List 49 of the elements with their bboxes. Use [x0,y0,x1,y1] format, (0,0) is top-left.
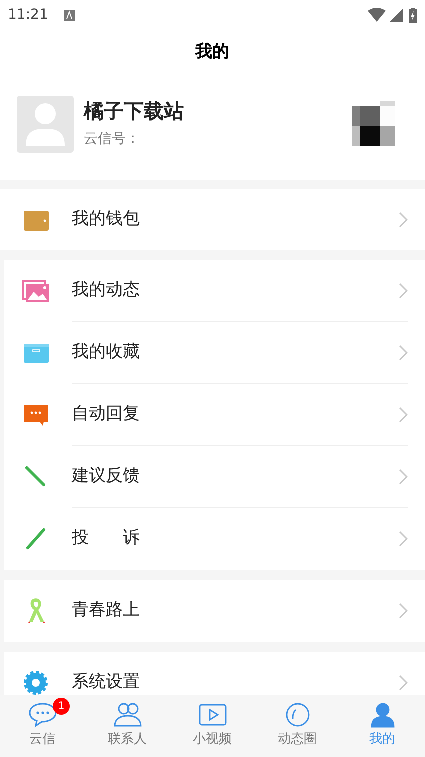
avatar-icon [17,96,74,153]
tab-item[interactable]: 1 云信 [0,695,85,757]
qr-code-icon [352,101,395,147]
wifi-icon [368,8,386,22]
chevron-right-icon [398,603,408,619]
menu-label: 我的收藏 [72,340,141,364]
tab-label: 联系人 [108,731,147,750]
contacts-icon [112,702,142,728]
tab-label: 小视频 [193,731,232,750]
menu-item[interactable]: 青春路上 [4,580,425,642]
tab-label: 云信 [30,731,56,750]
video-icon [198,702,228,728]
tab-label: 动态圈 [278,731,317,750]
chevron-right-icon [398,212,408,228]
battery-icon [409,8,417,22]
tab-item[interactable]: 小视频 [170,695,255,757]
chevron-right-icon [398,675,408,691]
menu-label: 我的动态 [72,278,141,302]
unread-badge: 1 [53,698,70,715]
menu-item[interactable]: 投 诉 [4,508,425,570]
menu-label: 投 诉 [72,527,141,550]
menu-item[interactable]: 系统设置 [4,652,425,695]
chevron-right-icon [398,468,408,484]
chevron-right-icon [398,282,408,298]
chat-icon [28,702,58,728]
menu-item[interactable]: 自动回复 [4,384,425,446]
profile-name: 橘子下载站 [84,98,185,124]
page-title: 我的 [196,41,230,64]
keyboard-icon [64,10,76,20]
menu-label: 自动回复 [72,402,141,426]
tab-item[interactable]: 联系人 [85,695,170,757]
menu-label: 青春路上 [72,599,141,622]
status-time: 11:21 [8,6,48,24]
profile-id-label: 云信号： [84,130,141,149]
chevron-right-icon [398,344,408,360]
menu-item[interactable]: 我的动态 [4,260,425,322]
menu-item[interactable]: 建议反馈 [4,446,425,508]
menu-label: 建议反馈 [72,464,141,488]
profile-card[interactable]: 橘子下载站 云信号： [0,76,425,180]
chevron-right-icon [398,406,408,422]
image-icon [22,277,50,305]
menu-item[interactable]: 我的钱包 [0,189,425,250]
signal-icon [390,8,403,22]
menu-label: 我的钱包 [72,208,141,231]
tab-label: 我的 [370,731,396,750]
menu-item[interactable]: 我的收藏 [4,322,425,384]
menu-label: 系统设置 [72,671,141,694]
tab-item[interactable]: 动态圈 [255,695,340,757]
chevron-right-icon [398,531,408,547]
